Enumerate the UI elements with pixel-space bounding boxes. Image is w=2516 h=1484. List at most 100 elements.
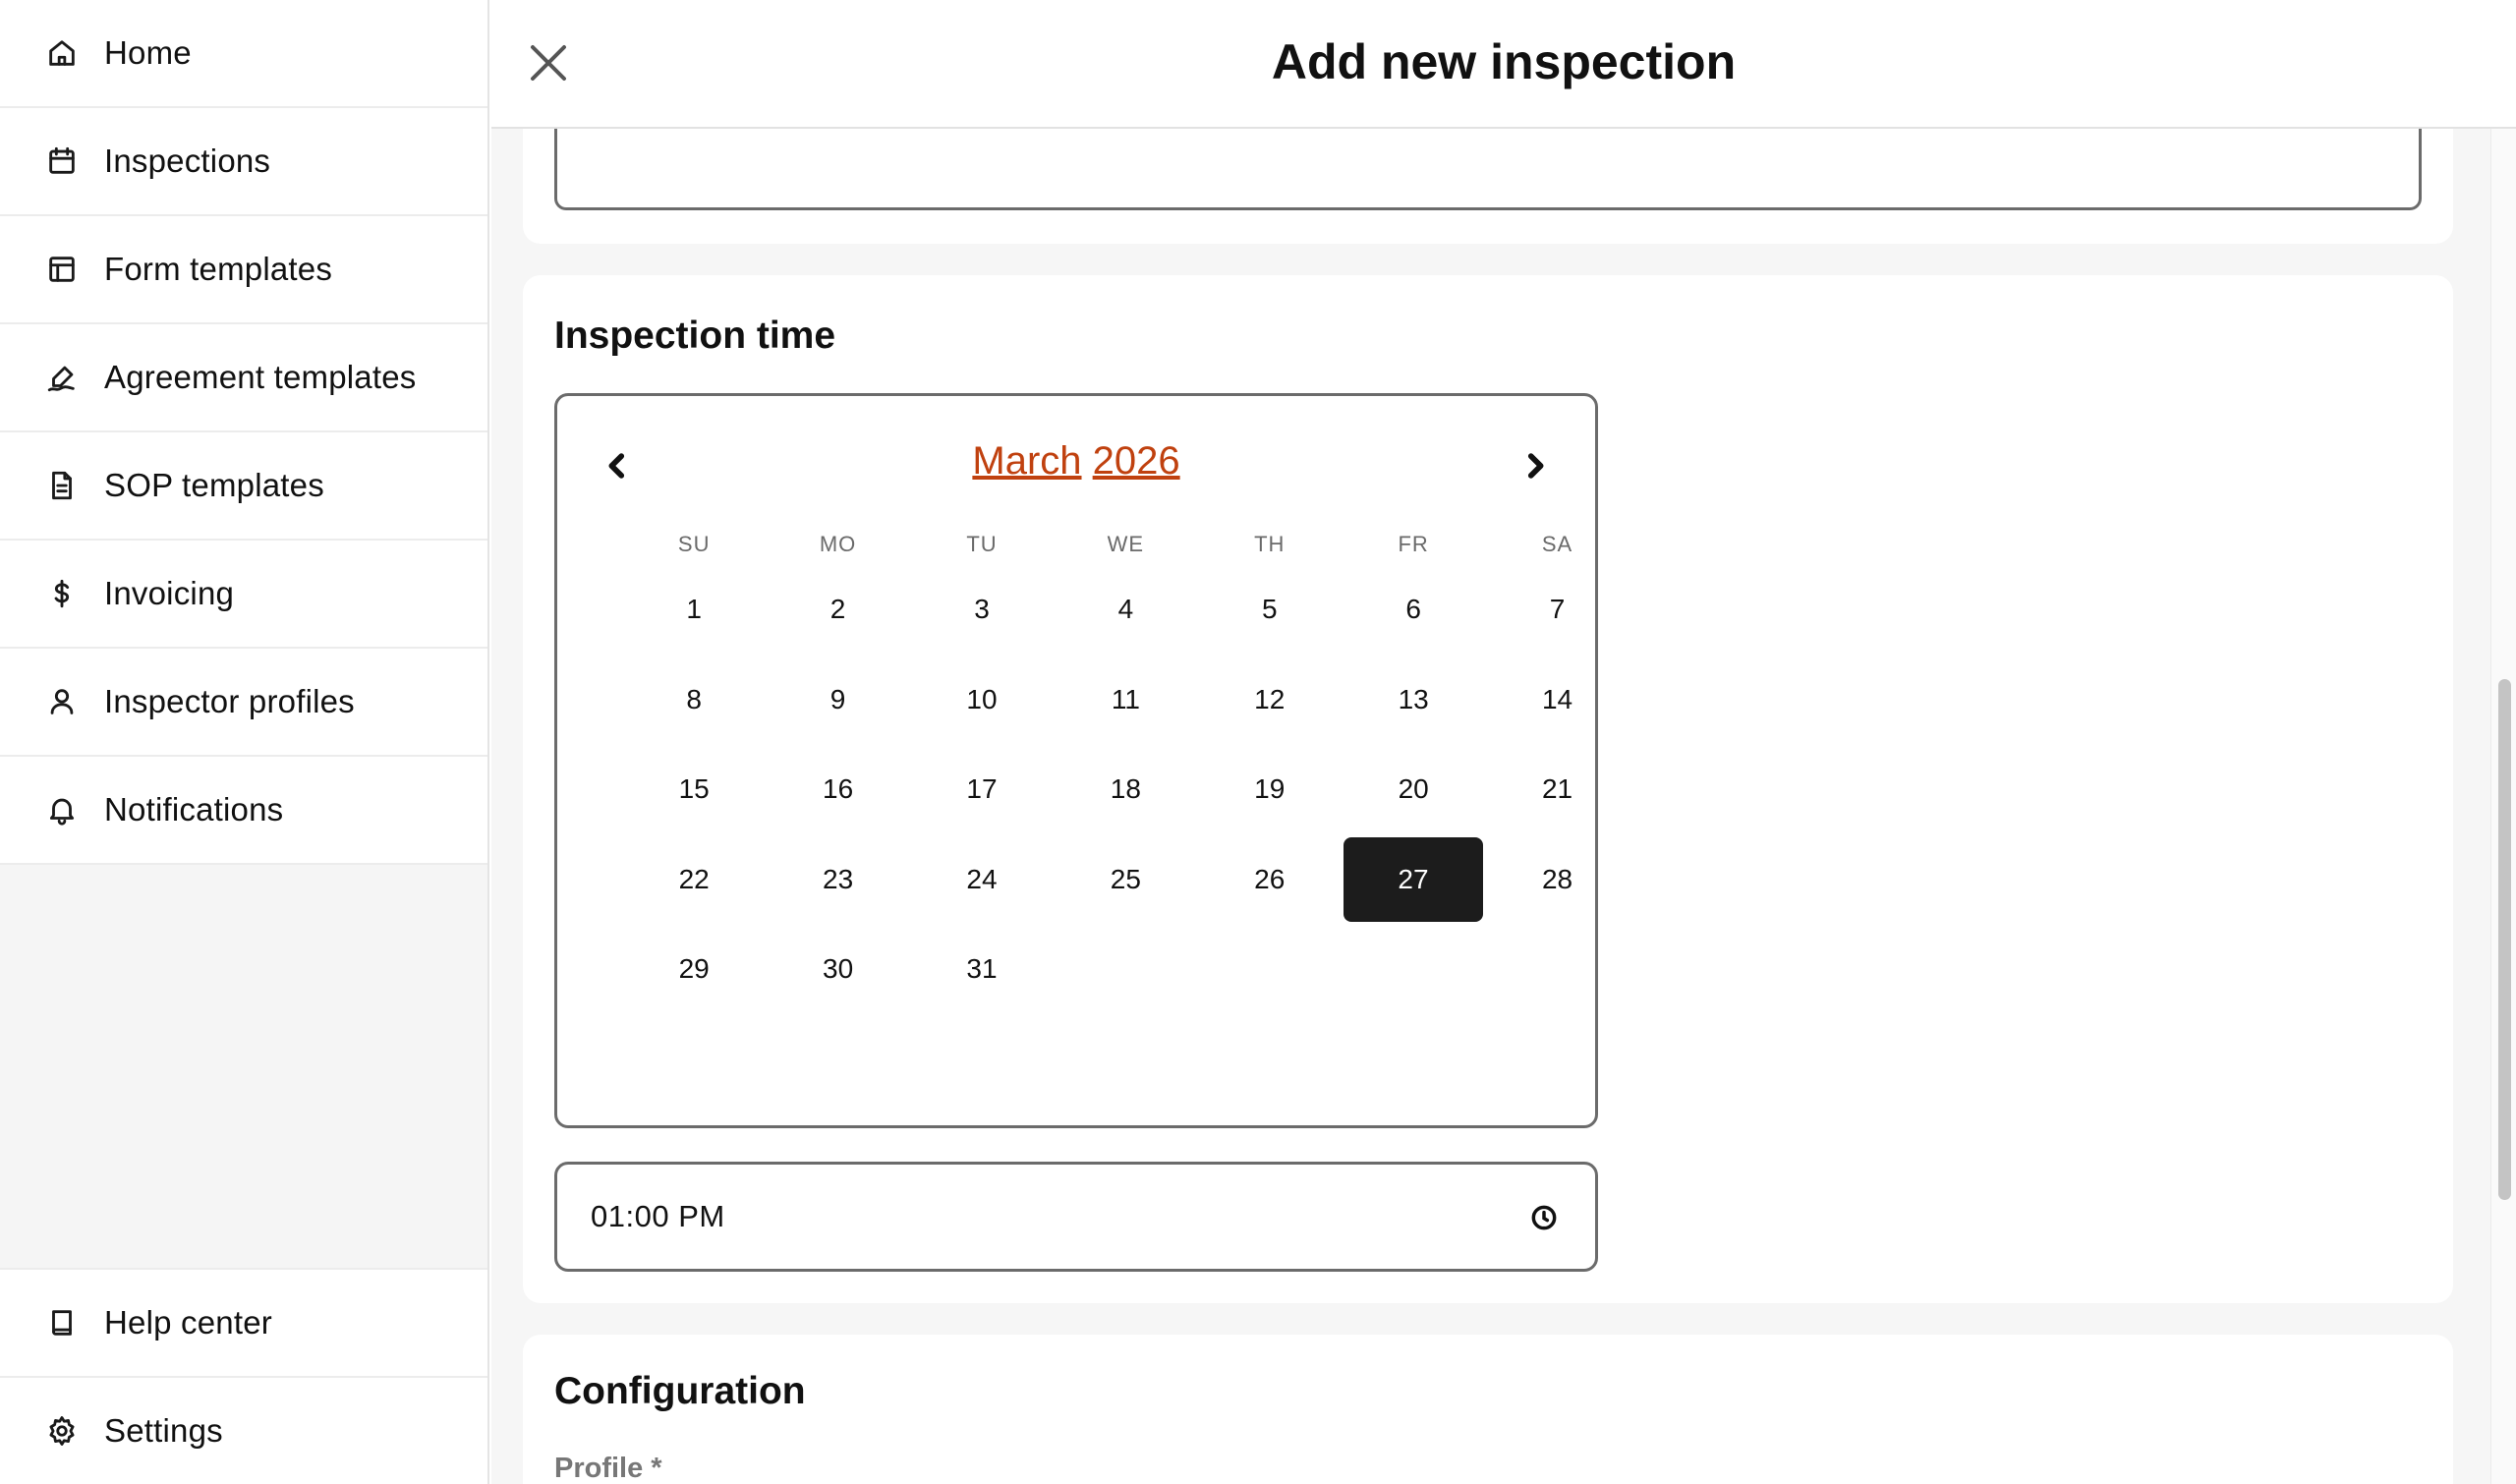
calendar-day-empty bbox=[1198, 927, 1342, 1011]
calendar-week-row: 8 9 10 11 12 13 14 bbox=[622, 656, 1630, 746]
month-selector[interactable]: March bbox=[972, 439, 1081, 483]
document-icon bbox=[45, 469, 79, 502]
calendar-day[interactable]: 21 bbox=[1485, 747, 1629, 831]
sidebar-item-label: Invoicing bbox=[104, 575, 235, 611]
notes-textarea[interactable] bbox=[554, 118, 2422, 210]
sidebar-item-label: Form templates bbox=[104, 251, 333, 287]
sidebar-item-help-center[interactable]: Help center bbox=[0, 1270, 487, 1378]
sidebar-item-sop-templates[interactable]: SOP templates bbox=[0, 432, 487, 541]
sidebar-item-notifications[interactable]: Notifications bbox=[0, 757, 487, 865]
gear-icon bbox=[45, 1414, 79, 1448]
weekday-label: SA bbox=[1541, 532, 1573, 556]
sidebar-item-label: Settings bbox=[104, 1412, 223, 1449]
sidebar-item-invoicing[interactable]: Invoicing bbox=[0, 541, 487, 649]
calendar-day[interactable]: 11 bbox=[1054, 657, 1197, 742]
scrollbar-thumb[interactable] bbox=[2498, 679, 2511, 1200]
vertical-scrollbar[interactable] bbox=[2490, 129, 2516, 1484]
calendar-day-empty bbox=[1485, 927, 1629, 1011]
inspection-time-card: Inspection time March 2026 SU MO TU WE T… bbox=[523, 275, 2453, 1303]
weekday-label: FR bbox=[1398, 532, 1429, 556]
calendar-day[interactable]: 7 bbox=[1485, 567, 1629, 652]
weekday-header-row: SU MO TU WE TH FR SA bbox=[622, 524, 1630, 565]
calendar-week-row: 29 30 31 bbox=[622, 925, 1630, 1015]
signature-icon bbox=[45, 361, 79, 394]
sidebar-item-form-templates[interactable]: Form templates bbox=[0, 216, 487, 324]
calendar-icon bbox=[45, 144, 79, 178]
calendar-day[interactable]: 19 bbox=[1198, 747, 1342, 831]
calendar-week-row: 22 23 24 25 26 27 28 bbox=[622, 835, 1630, 926]
time-input[interactable]: 01:00 PM bbox=[554, 1162, 1598, 1272]
sidebar-item-inspector-profiles[interactable]: Inspector profiles bbox=[0, 649, 487, 757]
sidebar: Home Inspections Form templates Agreemen… bbox=[0, 0, 489, 1484]
sidebar-item-label: SOP templates bbox=[104, 467, 324, 503]
bell-icon bbox=[45, 793, 79, 827]
time-value: 01:00 PM bbox=[591, 1199, 725, 1233]
user-icon bbox=[45, 685, 79, 718]
weekday-label: WE bbox=[1107, 532, 1145, 556]
calendar-day[interactable]: 18 bbox=[1054, 747, 1197, 831]
calendar-day[interactable]: 5 bbox=[1198, 567, 1342, 652]
calendar-day[interactable]: 10 bbox=[910, 657, 1054, 742]
sidebar-item-label: Inspections bbox=[104, 143, 271, 179]
calendar-day[interactable]: 2 bbox=[766, 567, 909, 652]
weekday-label: TU bbox=[966, 532, 998, 556]
calendar-day[interactable]: 20 bbox=[1342, 747, 1485, 831]
calendar-week-row: 1 2 3 4 5 6 7 bbox=[622, 565, 1630, 656]
calendar-day[interactable]: 14 bbox=[1485, 657, 1629, 742]
page-title: Add new inspection bbox=[1271, 34, 1737, 89]
calendar-grid: SU MO TU WE TH FR SA 1 2 3 4 5 6 7 8 9 1… bbox=[622, 524, 1630, 1015]
calendar-day[interactable]: 9 bbox=[766, 657, 909, 742]
profile-field-label: Profile * bbox=[554, 1453, 662, 1484]
sidebar-item-agreement-templates[interactable]: Agreement templates bbox=[0, 324, 487, 432]
dollar-icon bbox=[45, 577, 79, 610]
chevron-right-icon bbox=[1527, 453, 1544, 479]
calendar-day[interactable]: 17 bbox=[910, 747, 1054, 831]
calendar-day[interactable]: 8 bbox=[622, 657, 766, 742]
sidebar-item-home[interactable]: Home bbox=[0, 0, 487, 108]
calendar-day[interactable]: 1 bbox=[622, 567, 766, 652]
next-month-button[interactable] bbox=[1511, 441, 1560, 490]
weekday-label: SU bbox=[677, 532, 711, 556]
calendar-day[interactable]: 30 bbox=[766, 927, 909, 1011]
section-title-inspection-time: Inspection time bbox=[554, 314, 836, 357]
calendar-day[interactable]: 13 bbox=[1342, 657, 1485, 742]
calendar-day[interactable]: 15 bbox=[622, 747, 766, 831]
sidebar-nav: Home Inspections Form templates Agreemen… bbox=[0, 0, 487, 865]
clock-icon[interactable] bbox=[1528, 1202, 1560, 1233]
calendar-day[interactable]: 6 bbox=[1342, 567, 1485, 652]
calendar-week-row: 15 16 17 18 19 20 21 bbox=[622, 745, 1630, 835]
weekday-label: MO bbox=[819, 532, 857, 556]
panel-header: Add new inspection bbox=[491, 0, 2516, 129]
calendar-day[interactable]: 4 bbox=[1054, 567, 1197, 652]
calendar-day[interactable]: 3 bbox=[910, 567, 1054, 652]
calendar-day[interactable]: 28 bbox=[1485, 837, 1629, 922]
home-icon bbox=[45, 36, 79, 70]
sidebar-item-label: Help center bbox=[104, 1304, 272, 1341]
sidebar-item-label: Notifications bbox=[104, 791, 284, 828]
year-selector[interactable]: 2026 bbox=[1093, 439, 1180, 483]
date-picker-calendar: March 2026 SU MO TU WE TH FR SA 1 2 3 4 … bbox=[554, 393, 1598, 1128]
sidebar-item-settings[interactable]: Settings bbox=[0, 1378, 487, 1484]
calendar-day[interactable]: 25 bbox=[1054, 837, 1197, 922]
add-inspection-panel: Add new inspection Inspection time March… bbox=[491, 0, 2516, 1484]
book-icon bbox=[45, 1306, 79, 1340]
calendar-day-selected[interactable]: 27 bbox=[1343, 836, 1483, 922]
weekday-label: TH bbox=[1254, 532, 1286, 556]
calendar-day[interactable]: 23 bbox=[766, 837, 909, 922]
section-title-configuration: Configuration bbox=[554, 1370, 806, 1412]
calendar-day[interactable]: 31 bbox=[910, 927, 1054, 1011]
calendar-day[interactable]: 29 bbox=[622, 927, 766, 1011]
calendar-day[interactable]: 22 bbox=[622, 837, 766, 922]
calendar-day[interactable]: 12 bbox=[1198, 657, 1342, 742]
configuration-card: Configuration Profile * bbox=[523, 1335, 2453, 1484]
sidebar-item-label: Home bbox=[104, 34, 192, 71]
sidebar-item-label: Inspector profiles bbox=[104, 683, 355, 719]
sidebar-item-inspections[interactable]: Inspections bbox=[0, 108, 487, 216]
calendar-day[interactable]: 24 bbox=[910, 837, 1054, 922]
sidebar-item-label: Agreement templates bbox=[104, 359, 417, 395]
calendar-day-empty bbox=[1054, 927, 1197, 1011]
calendar-day-empty bbox=[1342, 927, 1485, 1011]
sidebar-bottom-nav: Help center Settings bbox=[0, 1268, 487, 1484]
calendar-day[interactable]: 16 bbox=[766, 747, 909, 831]
calendar-day[interactable]: 26 bbox=[1198, 837, 1342, 922]
